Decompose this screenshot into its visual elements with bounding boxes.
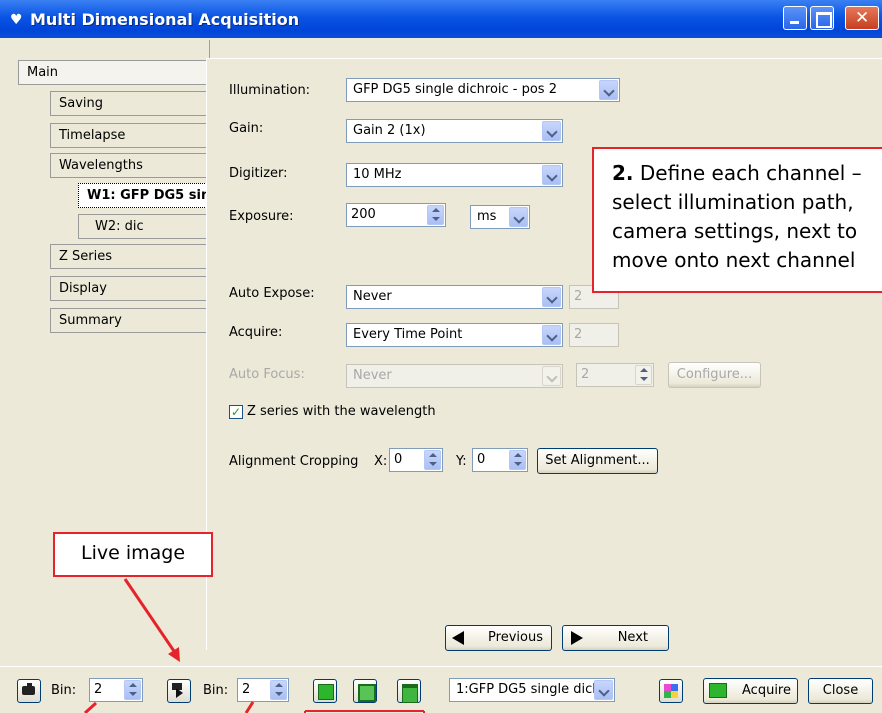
tab-w1[interactable]: W1: GFP DG5 single dichroic - pos 2 [78, 183, 211, 208]
tab-main[interactable]: Main [18, 60, 211, 85]
align-y-label: Y: [456, 454, 467, 469]
chevron-down-icon [542, 121, 561, 141]
align-x-value: 0 [394, 452, 403, 467]
spinner-icon [427, 205, 444, 225]
chevron-down-icon [542, 287, 561, 307]
chevron-down-icon [599, 80, 618, 100]
wavelength-select[interactable]: 1:GFP DG5 single dichroic - pos 2 [449, 678, 615, 702]
spinner-icon [635, 365, 652, 385]
auto-focus-number-value: 2 [581, 367, 590, 382]
tab-z-series[interactable]: Z Series [50, 244, 211, 269]
bin-value-2: 2 [242, 682, 251, 697]
arrow-left-icon [452, 631, 464, 645]
bottom-toolbar: Bin: 2 Bin: 2 1:GFP DG5 single dichroic … [0, 666, 882, 713]
acquire-button[interactable]: Acquire [703, 678, 798, 704]
digitizer-label: Digitizer: [229, 166, 288, 181]
gain-select[interactable]: Gain 2 (1x) [346, 119, 563, 143]
align-y-value: 0 [477, 452, 486, 467]
minimize-button[interactable] [783, 6, 807, 30]
configure-button[interactable]: Configure... [668, 362, 761, 388]
tab-wavelengths[interactable]: Wavelengths [50, 153, 211, 178]
tab-w2[interactable]: W2: dic [78, 214, 211, 239]
gain-value: Gain 2 (1x) [353, 123, 426, 138]
color-grid-icon[interactable] [659, 679, 683, 703]
bin-value-1: 2 [94, 682, 103, 697]
define-channel-callout: 2. Define each channel – select illumina… [592, 147, 882, 293]
live-image-callout: Live image [53, 532, 213, 577]
close-window-button[interactable]: ✕ [845, 6, 879, 30]
mda-window: ♥ Multi Dimensional Acquisition ✕ Main S… [0, 0, 882, 713]
tab-display[interactable]: Display [50, 276, 211, 301]
auto-expose-value: Never [353, 289, 392, 304]
acquire-button-label: Acquire [742, 683, 791, 698]
next-label: Next [617, 630, 648, 645]
acquire-crop-icon[interactable] [397, 679, 421, 703]
close-icon: ✕ [855, 8, 870, 28]
acquire-label: Acquire: [229, 325, 283, 340]
previous-label: Previous [488, 630, 543, 645]
align-y-input[interactable]: 0 [472, 448, 528, 472]
exposure-input[interactable]: 200 [346, 203, 446, 227]
tab-summary[interactable]: Summary [50, 308, 211, 333]
chevron-down-icon [542, 366, 561, 386]
digitizer-value: 10 MHz [353, 167, 402, 182]
auto-focus-label: Auto Focus: [229, 367, 305, 382]
chevron-down-icon [594, 680, 613, 700]
camera-icon[interactable] [17, 679, 41, 703]
exposure-label: Exposure: [229, 209, 294, 224]
tab-saving[interactable]: Saving [50, 91, 211, 116]
auto-expose-number-value: 2 [574, 289, 583, 304]
auto-focus-number[interactable]: 2 [576, 363, 654, 387]
maximize-button[interactable] [810, 6, 834, 30]
align-x-label: X: [374, 454, 388, 469]
exposure-value: 200 [351, 207, 376, 222]
spinner-icon [424, 450, 441, 470]
bin-label-1: Bin: [51, 683, 77, 698]
align-x-input[interactable]: 0 [389, 448, 443, 472]
illumination-value: GFP DG5 single dichroic - pos 2 [353, 82, 557, 97]
arrow-right-icon [571, 631, 583, 645]
z-series-checkbox-label: Z series with the wavelength [247, 404, 436, 419]
acquire-select[interactable]: Every Time Point [346, 323, 563, 347]
acquire-value: Every Time Point [353, 327, 463, 342]
next-button[interactable]: Next [562, 625, 669, 651]
app-icon: ♥ [10, 12, 23, 28]
exposure-unit-select[interactable]: ms [470, 205, 530, 229]
acquire-region-icon[interactable] [353, 679, 377, 703]
callout-text: Define each channel – select illuminatio… [612, 161, 862, 272]
illumination-select[interactable]: GFP DG5 single dichroic - pos 2 [346, 78, 620, 102]
acquire-camera-icon [709, 683, 727, 698]
bin-input-2[interactable]: 2 [237, 678, 289, 702]
title-bar[interactable]: ♥ Multi Dimensional Acquisition ✕ [0, 0, 882, 38]
wavelength-select-value: 1:GFP DG5 single dichroic - pos 2 [456, 682, 614, 697]
callout-step-number: 2. [612, 161, 634, 185]
spinner-icon [124, 680, 141, 700]
set-alignment-button[interactable]: Set Alignment... [537, 448, 658, 474]
auto-expose-select[interactable]: Never [346, 285, 563, 309]
chevron-down-icon [509, 207, 528, 227]
exposure-unit-value: ms [477, 209, 497, 224]
bin-input-1[interactable]: 2 [89, 678, 143, 702]
digitizer-select[interactable]: 10 MHz [346, 163, 563, 187]
acquire-number-value: 2 [574, 327, 583, 342]
alignment-cropping-label: Alignment Cropping [229, 454, 359, 469]
tab-timelapse[interactable]: Timelapse [50, 123, 211, 148]
spinner-icon [509, 450, 526, 470]
spinner-icon [270, 680, 287, 700]
illumination-label: Illumination: [229, 83, 311, 98]
auto-focus-select[interactable]: Never [346, 364, 563, 388]
acquire-number[interactable]: 2 [569, 323, 619, 347]
z-series-checkbox[interactable]: ✓ [229, 405, 243, 419]
gain-label: Gain: [229, 121, 264, 136]
bin-label-2: Bin: [203, 683, 229, 698]
live-image-icon[interactable] [167, 679, 191, 703]
chevron-down-icon [542, 165, 561, 185]
auto-expose-label: Auto Expose: [229, 286, 315, 301]
close-button[interactable]: Close [808, 678, 873, 704]
previous-button[interactable]: Previous [445, 625, 552, 651]
window-title: Multi Dimensional Acquisition [30, 10, 300, 29]
auto-focus-value: Never [353, 368, 392, 383]
chevron-down-icon [542, 325, 561, 345]
acquire-single-icon[interactable] [313, 679, 337, 703]
